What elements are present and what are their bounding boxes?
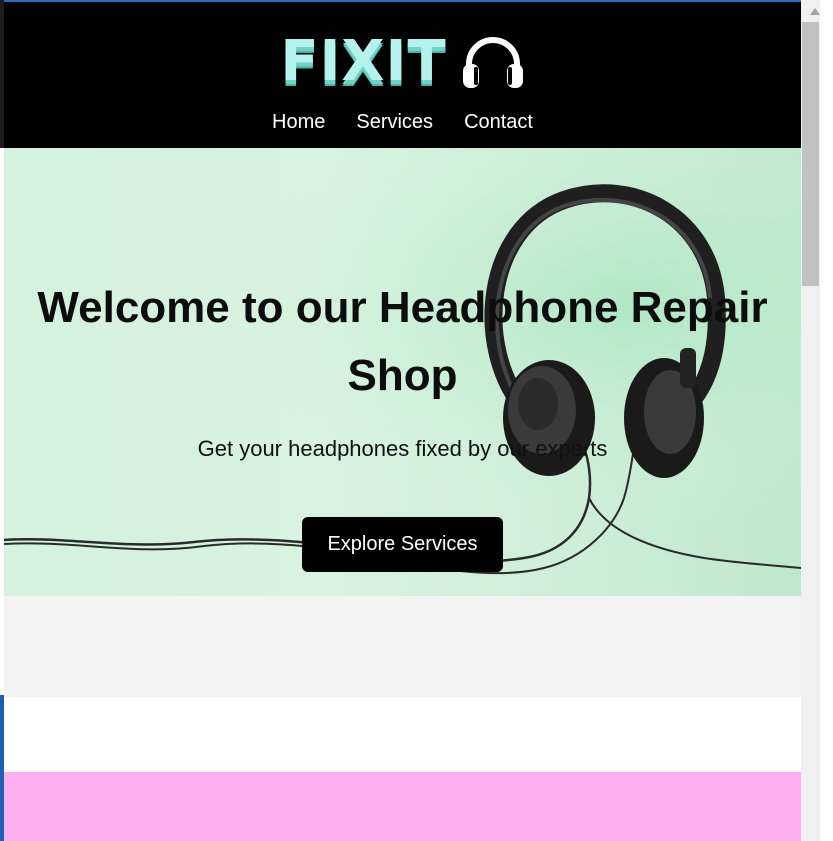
nav-services[interactable]: Services bbox=[356, 109, 433, 135]
scroll-thumb[interactable] bbox=[802, 22, 819, 286]
explore-services-button[interactable]: Explore Services bbox=[302, 517, 503, 572]
nav-contact[interactable]: Contact bbox=[464, 109, 533, 135]
main-nav: Home Services Contact bbox=[4, 109, 801, 135]
hero-subtitle: Get your headphones fixed by our experts bbox=[197, 436, 608, 461]
vertical-scrollbar[interactable] bbox=[801, 0, 833, 841]
grey-section bbox=[4, 596, 801, 697]
scrollbar-edge bbox=[820, 0, 833, 841]
logo[interactable]: FIXIT bbox=[4, 30, 801, 94]
headphones-icon bbox=[462, 37, 523, 88]
scroll-up-arrow-icon[interactable] bbox=[810, 8, 820, 15]
hero-title: Welcome to our Headphone Repair Shop bbox=[37, 283, 768, 400]
pink-section bbox=[4, 772, 801, 841]
hero-section: Welcome to our Headphone Repair Shop Get… bbox=[4, 148, 801, 596]
nav-home[interactable]: Home bbox=[272, 109, 325, 135]
logo-text: FIXIT bbox=[280, 29, 447, 94]
site-header: FIXIT Home Services Contact bbox=[4, 2, 801, 148]
white-section bbox=[4, 697, 801, 772]
